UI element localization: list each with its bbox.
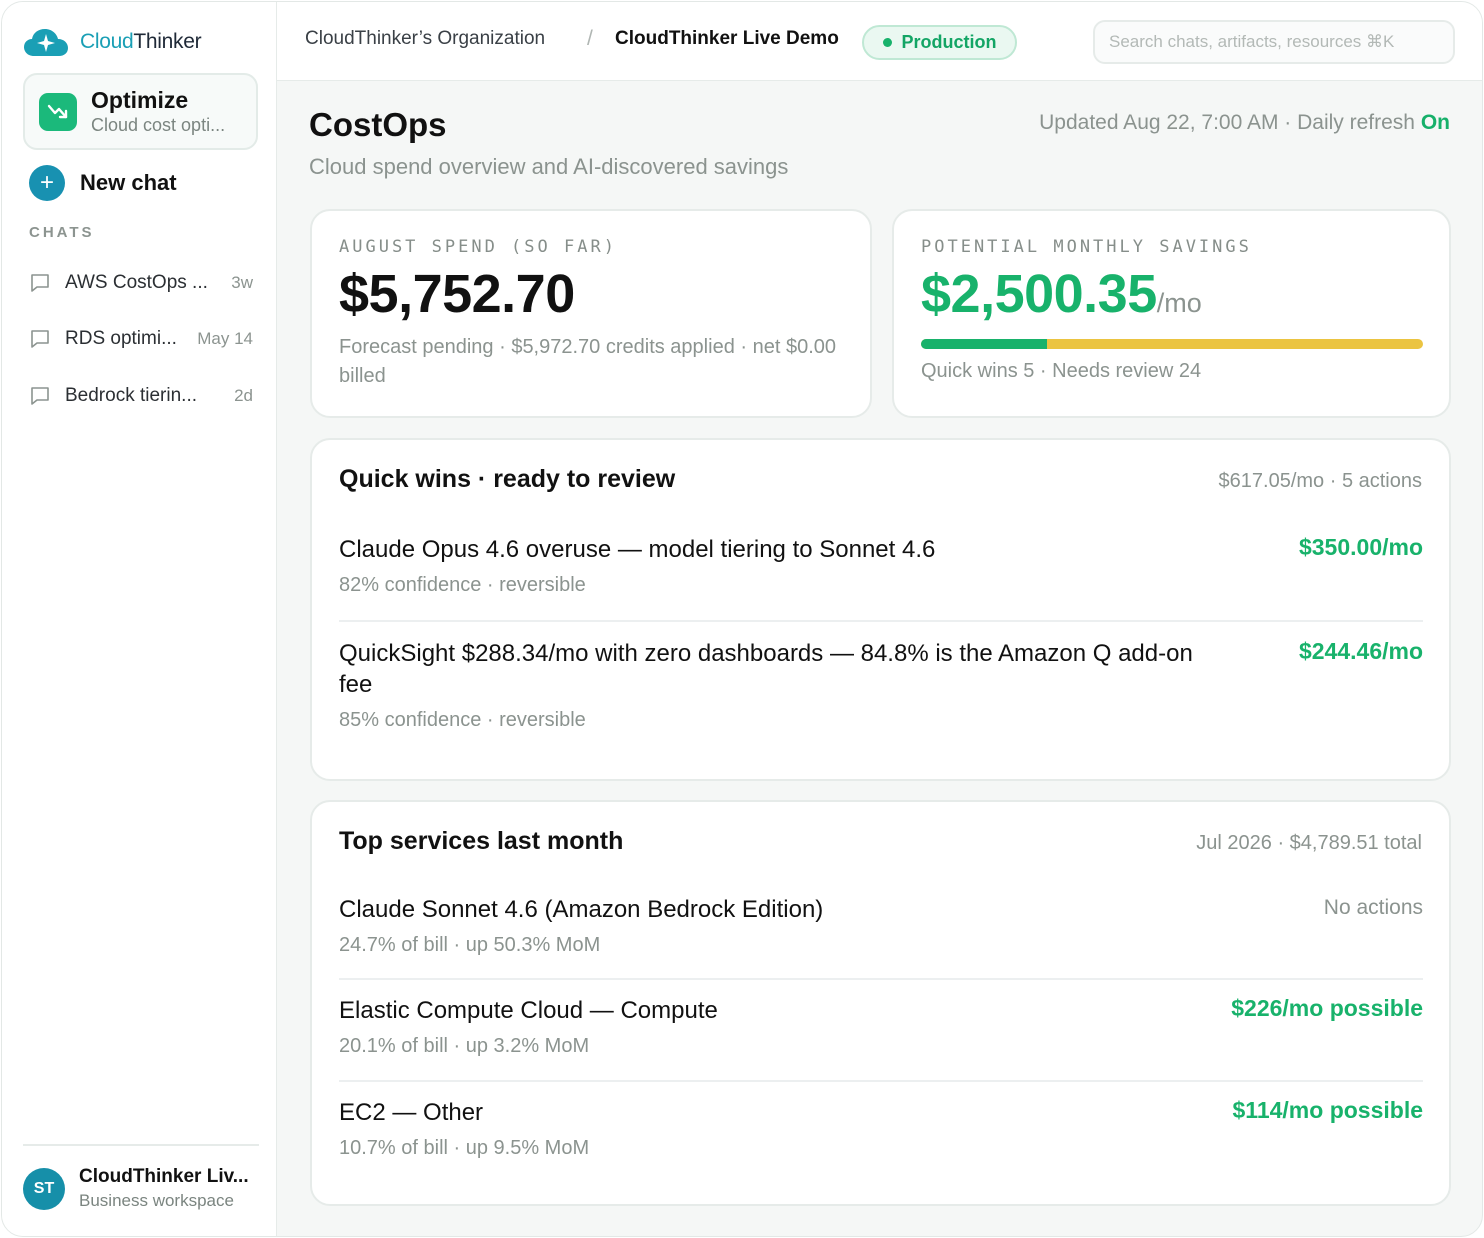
chat-title: Bedrock tierin... (65, 385, 197, 406)
search-input[interactable] (1093, 20, 1455, 64)
breadcrumb-separator: / (587, 27, 593, 50)
service-row[interactable]: Elastic Compute Cloud — Compute 20.1% of… (339, 995, 1423, 1058)
avatar: ST (23, 1168, 65, 1210)
workspace-switcher[interactable]: ST CloudThinker Liv... Business workspac… (23, 1165, 249, 1213)
row-divider (339, 1080, 1423, 1082)
breadcrumb-project[interactable]: CloudThinker Live Demo (615, 28, 839, 50)
savings-card: POTENTIAL MONTHLY SAVINGS $2,500.35/mo Q… (892, 209, 1451, 418)
workspace-name: CloudThinker Liv... (79, 1166, 249, 1187)
chat-item[interactable]: AWS CostOps ... 3w (29, 268, 253, 298)
quick-win-value: $244.46/mo (1298, 638, 1423, 664)
agent-title: Optimize (91, 86, 189, 113)
spend-note: Forecast pending · $5,972.70 credits app… (339, 336, 836, 387)
service-value: $114/mo possible (1232, 1097, 1423, 1123)
quick-wins-title: Quick wins · ready to review (339, 465, 676, 493)
breadcrumb-organization[interactable]: CloudThinker’s Organization (305, 28, 545, 50)
app-window: CloudThinker Optimize Cloud cost opti...… (1, 1, 1483, 1237)
chat-bubble-icon (31, 330, 49, 348)
spend-label: AUGUST SPEND (SO FAR) (339, 237, 617, 257)
sidebar: CloudThinker Optimize Cloud cost opti...… (2, 2, 277, 1236)
top-services-title: Top services last month (339, 827, 624, 855)
service-row[interactable]: Claude Sonnet 4.6 (Amazon Bedrock Editio… (339, 894, 1423, 957)
top-services-meta: Jul 2026 · $4,789.51 total (1196, 832, 1422, 854)
status-dot-icon (882, 38, 892, 47)
top-services-card: Top services last month Jul 2026 · $4,78… (310, 800, 1451, 1206)
savings-progress-bar (921, 339, 1423, 349)
quick-wins-fill (921, 339, 1047, 349)
workspace-type: Business workspace (79, 1191, 234, 1210)
plus-icon: + (29, 165, 65, 201)
sidebar-divider (23, 1144, 259, 1146)
quick-wins-card: Quick wins · ready to review $617.05/mo … (310, 438, 1451, 781)
quick-win-sub: 82% confidence · reversible (339, 574, 586, 596)
chat-item[interactable]: Bedrock tierin... 2d (29, 381, 253, 411)
savings-note: Quick wins 5 · Needs review 24 (921, 360, 1202, 382)
savings-value: $2,500.35/mo (921, 264, 1202, 324)
service-title: EC2 — Other (339, 1099, 484, 1126)
spend-value: $5,752.70 (339, 264, 575, 324)
refresh-toggle[interactable]: On (1421, 111, 1450, 134)
environment-label: Production (901, 32, 997, 52)
page-subtitle: Cloud spend overview and AI-discovered s… (309, 154, 789, 179)
service-row[interactable]: EC2 — Other 10.7% of bill · up 9.5% MoM … (339, 1097, 1423, 1160)
updated-text: Updated Aug 22, 7:00 AM · Daily refresh (1039, 111, 1421, 134)
quick-win-sub: 85% confidence · reversible (339, 709, 586, 731)
new-chat-button[interactable]: + New chat (29, 165, 177, 201)
chat-time: May 14 (197, 329, 253, 348)
chat-bubble-icon (31, 274, 49, 292)
agent-selector[interactable]: Optimize Cloud cost opti... (23, 73, 258, 150)
new-chat-label: New chat (80, 170, 177, 195)
savings-label: POTENTIAL MONTHLY SAVINGS (921, 237, 1252, 257)
chat-title: RDS optimi... (65, 328, 177, 349)
page-title: CostOps (309, 106, 447, 143)
quick-win-row[interactable]: Claude Opus 4.6 overuse — model tiering … (339, 534, 1423, 597)
spend-card: AUGUST SPEND (SO FAR) $5,752.70 Forecast… (310, 209, 872, 418)
logo[interactable]: CloudThinker (22, 26, 202, 58)
quick-win-title: QuickSight $288.34/mo with zero dashboar… (339, 640, 1193, 698)
row-divider (339, 620, 1423, 622)
chat-item[interactable]: RDS optimi... May 14 (29, 324, 253, 354)
trending-down-icon (39, 92, 77, 131)
service-title: Claude Sonnet 4.6 (Amazon Bedrock Editio… (339, 896, 824, 923)
service-sub: 10.7% of bill · up 9.5% MoM (339, 1137, 590, 1159)
quick-win-value: $350.00/mo (1298, 534, 1423, 560)
service-title: Elastic Compute Cloud — Compute (339, 997, 718, 1024)
updated-status: Updated Aug 22, 7:00 AM · Daily refresh … (1039, 111, 1450, 135)
quick-win-title: Claude Opus 4.6 overuse — model tiering … (339, 536, 936, 563)
topbar: CloudThinker’s Organization / CloudThink… (277, 2, 1482, 81)
chat-title: AWS CostOps ... (65, 272, 208, 293)
row-divider (339, 978, 1423, 980)
chat-bubble-icon (31, 387, 49, 405)
chat-time: 3w (231, 273, 253, 292)
service-value: No actions (1323, 896, 1423, 919)
service-sub: 20.1% of bill · up 3.2% MoM (339, 1035, 590, 1057)
quick-win-row[interactable]: QuickSight $288.34/mo with zero dashboar… (339, 638, 1423, 732)
environment-badge[interactable]: Production (862, 25, 1017, 60)
service-value: $226/mo possible (1231, 995, 1423, 1021)
chats-heading: CHATS (29, 224, 95, 241)
chat-time: 2d (234, 386, 253, 405)
agent-subtitle: Cloud cost opti... (91, 114, 226, 135)
quick-wins-meta: $617.05/mo · 5 actions (1218, 470, 1422, 492)
cloud-logo-icon (24, 29, 68, 56)
main-content: CloudThinker’s Organization / CloudThink… (277, 2, 1482, 1236)
service-sub: 24.7% of bill · up 50.3% MoM (339, 934, 601, 956)
brand-name: CloudThinker (80, 30, 202, 53)
